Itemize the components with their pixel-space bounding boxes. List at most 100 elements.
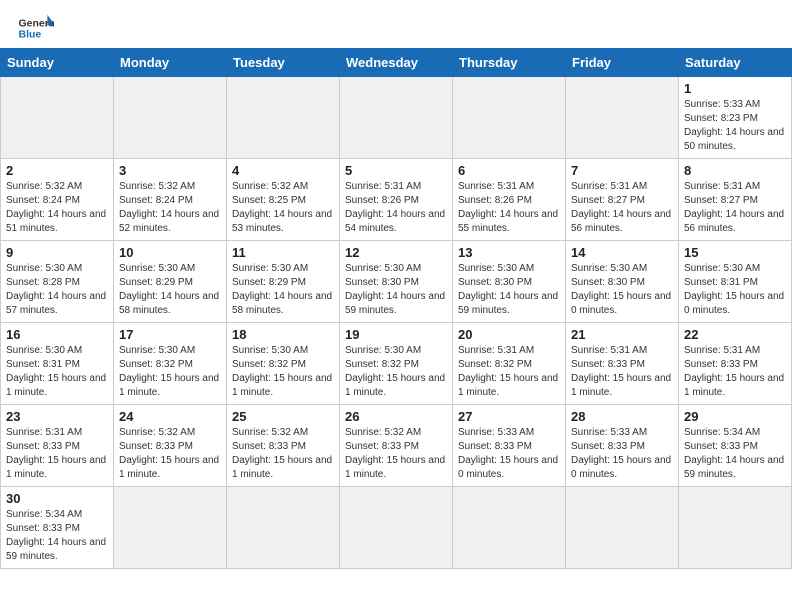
day-info: Sunrise: 5:31 AM Sunset: 8:27 PM Dayligh… <box>571 180 673 236</box>
day-number: 22 <box>684 327 786 342</box>
calendar-cell: 8Sunrise: 5:31 AM Sunset: 8:27 PM Daylig… <box>679 159 792 241</box>
day-info: Sunrise: 5:30 AM Sunset: 8:28 PM Dayligh… <box>6 262 108 318</box>
calendar-cell: 22 Sunrise: 5:31 AM Sunset: 8:33 PM Dayli… <box>679 323 792 405</box>
calendar-cell: 2 Sunrise: 5:32 AM Sunset: 8:24 PM Daylig… <box>1 159 114 241</box>
calendar-cell: 29 Sunrise: 5:34 AM Sunset: 8:33 PM Dayli… <box>679 405 792 487</box>
calendar-cell: 15 Sunrise: 5:30 AM Sunset: 8:31 PM Dayli… <box>679 241 792 323</box>
day-number: 14 <box>571 245 673 260</box>
day-info: Sunrise: 5:30 AM Sunset: 8:30 PM Dayligh… <box>458 262 560 318</box>
calendar-cell <box>227 77 340 159</box>
calendar-table: SundayMondayTuesdayWednesdayThursdayFrid… <box>0 48 792 569</box>
day-info: Sunrise: 5:30 AM Sunset: 8:31 PM Dayligh… <box>6 344 108 400</box>
calendar-cell: 19 Sunrise: 5:30 AM Sunset: 8:32 PM Dayli… <box>340 323 453 405</box>
calendar-cell: 16 Sunrise: 5:30 AM Sunset: 8:31 PM Dayli… <box>1 323 114 405</box>
weekday-header-monday: Monday <box>114 49 227 77</box>
day-number: 10 <box>119 245 221 260</box>
day-number: 24 <box>119 409 221 424</box>
day-number: 5 <box>345 163 447 178</box>
day-number: 4 <box>232 163 334 178</box>
calendar-cell: 12 Sunrise: 5:30 AM Sunset: 8:30 PM Dayli… <box>340 241 453 323</box>
calendar-cell <box>566 77 679 159</box>
day-info: Sunrise: 5:30 AM Sunset: 8:32 PM Dayligh… <box>119 344 221 400</box>
day-number: 15 <box>684 245 786 260</box>
weekday-header-sunday: Sunday <box>1 49 114 77</box>
day-info: Sunrise: 5:33 AM Sunset: 8:33 PM Dayligh… <box>571 426 673 482</box>
day-number: 16 <box>6 327 108 342</box>
day-number: 25 <box>232 409 334 424</box>
calendar-week-row: 2 Sunrise: 5:32 AM Sunset: 8:24 PM Daylig… <box>1 159 792 241</box>
day-info: Sunrise: 5:31 AM Sunset: 8:26 PM Dayligh… <box>345 180 447 236</box>
day-number: 30 <box>6 491 108 506</box>
day-number: 28 <box>571 409 673 424</box>
calendar-cell: 10 Sunrise: 5:30 AM Sunset: 8:29 PM Dayli… <box>114 241 227 323</box>
day-info: Sunrise: 5:32 AM Sunset: 8:33 PM Dayligh… <box>345 426 447 482</box>
logo: GeneralBlue <box>18 14 54 42</box>
day-number: 12 <box>345 245 447 260</box>
day-info: Sunrise: 5:31 AM Sunset: 8:33 PM Dayligh… <box>6 426 108 482</box>
calendar-cell: 27 Sunrise: 5:33 AM Sunset: 8:33 PM Dayli… <box>453 405 566 487</box>
day-number: 29 <box>684 409 786 424</box>
day-number: 3 <box>119 163 221 178</box>
calendar-week-row: 16 Sunrise: 5:30 AM Sunset: 8:31 PM Dayli… <box>1 323 792 405</box>
calendar-cell: 21Sunrise: 5:31 AM Sunset: 8:33 PM Dayli… <box>566 323 679 405</box>
calendar-cell: 6 Sunrise: 5:31 AM Sunset: 8:26 PM Daylig… <box>453 159 566 241</box>
calendar-cell: 25Sunrise: 5:32 AM Sunset: 8:33 PM Dayli… <box>227 405 340 487</box>
calendar-cell <box>340 487 453 569</box>
day-number: 26 <box>345 409 447 424</box>
weekday-header-thursday: Thursday <box>453 49 566 77</box>
day-info: Sunrise: 5:32 AM Sunset: 8:24 PM Dayligh… <box>6 180 108 236</box>
calendar-cell: 23 Sunrise: 5:31 AM Sunset: 8:33 PM Dayli… <box>1 405 114 487</box>
day-number: 23 <box>6 409 108 424</box>
day-info: Sunrise: 5:32 AM Sunset: 8:33 PM Dayligh… <box>119 426 221 482</box>
calendar-cell <box>453 487 566 569</box>
calendar-cell: 5 Sunrise: 5:31 AM Sunset: 8:26 PM Daylig… <box>340 159 453 241</box>
logo-icon: GeneralBlue <box>18 14 54 42</box>
calendar-week-row: 1Sunrise: 5:33 AM Sunset: 8:23 PM Daylig… <box>1 77 792 159</box>
calendar-cell: 1Sunrise: 5:33 AM Sunset: 8:23 PM Daylig… <box>679 77 792 159</box>
calendar-cell: 13 Sunrise: 5:30 AM Sunset: 8:30 PM Dayli… <box>453 241 566 323</box>
calendar-week-row: 23 Sunrise: 5:31 AM Sunset: 8:33 PM Dayli… <box>1 405 792 487</box>
day-number: 19 <box>345 327 447 342</box>
day-info: Sunrise: 5:32 AM Sunset: 8:24 PM Dayligh… <box>119 180 221 236</box>
day-number: 2 <box>6 163 108 178</box>
calendar-cell: 30Sunrise: 5:34 AM Sunset: 8:33 PM Dayli… <box>1 487 114 569</box>
day-info: Sunrise: 5:33 AM Sunset: 8:33 PM Dayligh… <box>458 426 560 482</box>
day-info: Sunrise: 5:32 AM Sunset: 8:25 PM Dayligh… <box>232 180 334 236</box>
calendar-cell: 20Sunrise: 5:31 AM Sunset: 8:32 PM Dayli… <box>453 323 566 405</box>
weekday-header-saturday: Saturday <box>679 49 792 77</box>
calendar-cell: 24 Sunrise: 5:32 AM Sunset: 8:33 PM Dayli… <box>114 405 227 487</box>
weekday-header-tuesday: Tuesday <box>227 49 340 77</box>
calendar-cell <box>340 77 453 159</box>
day-info: Sunrise: 5:30 AM Sunset: 8:32 PM Dayligh… <box>345 344 447 400</box>
calendar-cell <box>227 487 340 569</box>
day-info: Sunrise: 5:30 AM Sunset: 8:32 PM Dayligh… <box>232 344 334 400</box>
day-number: 20 <box>458 327 560 342</box>
calendar-cell <box>114 487 227 569</box>
day-info: Sunrise: 5:31 AM Sunset: 8:26 PM Dayligh… <box>458 180 560 236</box>
calendar-cell: 17 Sunrise: 5:30 AM Sunset: 8:32 PM Dayli… <box>114 323 227 405</box>
day-info: Sunrise: 5:31 AM Sunset: 8:33 PM Dayligh… <box>571 344 673 400</box>
calendar-week-row: 30Sunrise: 5:34 AM Sunset: 8:33 PM Dayli… <box>1 487 792 569</box>
day-info: Sunrise: 5:30 AM Sunset: 8:31 PM Dayligh… <box>684 262 786 318</box>
day-info: Sunrise: 5:30 AM Sunset: 8:29 PM Dayligh… <box>232 262 334 318</box>
calendar-cell: 11Sunrise: 5:30 AM Sunset: 8:29 PM Dayli… <box>227 241 340 323</box>
page-header: GeneralBlue <box>0 0 792 48</box>
day-number: 6 <box>458 163 560 178</box>
calendar-cell: 3 Sunrise: 5:32 AM Sunset: 8:24 PM Daylig… <box>114 159 227 241</box>
calendar-week-row: 9Sunrise: 5:30 AM Sunset: 8:28 PM Daylig… <box>1 241 792 323</box>
calendar-cell <box>453 77 566 159</box>
day-number: 17 <box>119 327 221 342</box>
day-info: Sunrise: 5:31 AM Sunset: 8:27 PM Dayligh… <box>684 180 786 236</box>
day-info: Sunrise: 5:30 AM Sunset: 8:29 PM Dayligh… <box>119 262 221 318</box>
day-info: Sunrise: 5:31 AM Sunset: 8:33 PM Dayligh… <box>684 344 786 400</box>
day-number: 13 <box>458 245 560 260</box>
calendar-cell: 28 Sunrise: 5:33 AM Sunset: 8:33 PM Dayli… <box>566 405 679 487</box>
day-info: Sunrise: 5:34 AM Sunset: 8:33 PM Dayligh… <box>684 426 786 482</box>
day-number: 27 <box>458 409 560 424</box>
calendar-cell <box>1 77 114 159</box>
day-info: Sunrise: 5:30 AM Sunset: 8:30 PM Dayligh… <box>345 262 447 318</box>
weekday-header-wednesday: Wednesday <box>340 49 453 77</box>
day-number: 1 <box>684 81 786 96</box>
day-info: Sunrise: 5:30 AM Sunset: 8:30 PM Dayligh… <box>571 262 673 318</box>
calendar-cell: 7Sunrise: 5:31 AM Sunset: 8:27 PM Daylig… <box>566 159 679 241</box>
